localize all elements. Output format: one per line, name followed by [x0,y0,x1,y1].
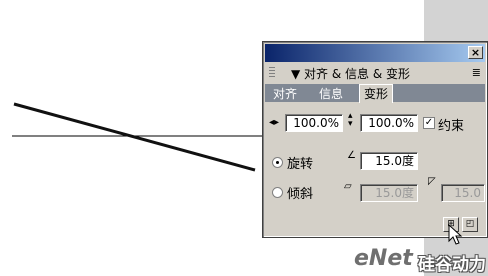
tab-transform[interactable]: 变形 [359,84,394,103]
rotate-angle-icon: ∠ [347,150,356,161]
watermark-cn: 硅谷动力 [418,255,486,275]
panel-header[interactable]: ▼ 对齐 & 信息 & 变形 ≣ [265,64,485,83]
rotate-label: 旋转 [287,157,314,172]
skew-vertical-field[interactable]: 15.0 [441,184,485,202]
grip-icon[interactable] [269,67,275,79]
rotate-radio[interactable] [272,157,283,168]
reset-transform-icon: ◰ [465,219,475,229]
skew-horizontal-field[interactable]: 15.0度 [360,184,418,202]
skew-label: 倾斜 [287,187,314,202]
scale-height-field[interactable]: 100.0% [360,114,418,132]
tab-info[interactable]: 信息 [315,86,347,102]
skew-vertical-icon: ◸ [428,176,436,187]
scale-width-field[interactable]: 100.0% [285,114,343,132]
panel-title[interactable]: ▼ 对齐 & 信息 & 变形 [291,65,410,82]
align-info-transform-panel: × ▼ 对齐 & 信息 & 变形 ≣ 对齐 信息 变形 ◂▸ 100.0% ▴ ▾… [262,41,488,238]
rotate-field[interactable]: 15.0度 [360,152,418,170]
tab-bar: 对齐 信息 变形 [265,84,485,103]
rotated-line [13,102,256,172]
panel-titlebar[interactable]: × [265,44,485,62]
close-button[interactable]: × [468,46,483,59]
options-menu-icon[interactable]: ≣ [472,66,481,79]
constrain-label: 约束 [438,119,465,134]
constrain-checkbox[interactable]: ✓ [423,117,435,129]
horizontal-arrows-icon: ◂▸ [269,117,280,128]
vertical-arrows-icon: ▴ ▾ [348,111,353,129]
mouse-pointer-icon [448,224,463,245]
skew-horizontal-icon: ▱ [344,181,352,192]
watermark-logo: eNet [354,246,413,271]
reset-transform-button[interactable]: ◰ [462,217,478,232]
tab-align[interactable]: 对齐 [269,86,301,102]
skew-radio[interactable] [272,187,283,198]
